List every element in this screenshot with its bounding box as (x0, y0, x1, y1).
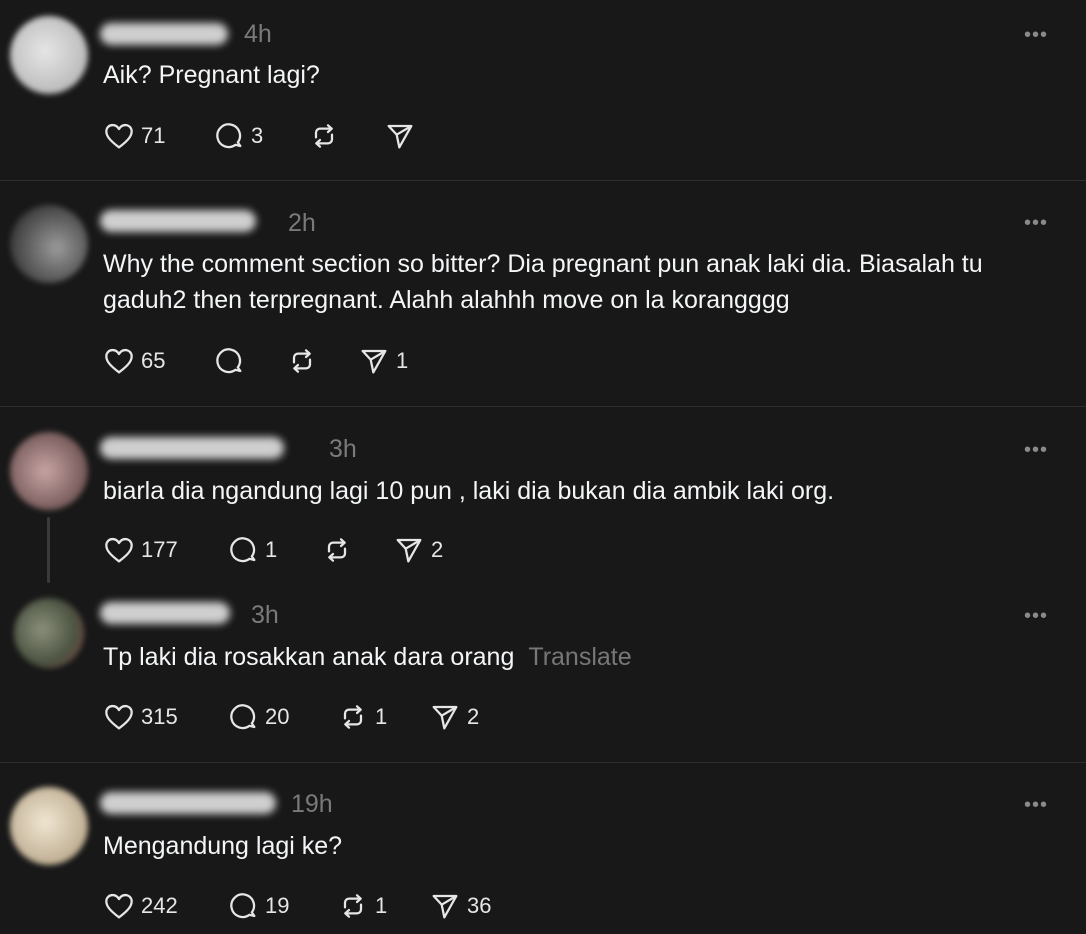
post-time: 3h (329, 435, 357, 463)
share-button[interactable]: 36 (429, 889, 491, 923)
repost-count: 1 (375, 893, 388, 918)
post-time: 4h (244, 20, 272, 48)
share-count: 36 (467, 893, 492, 918)
more-icon[interactable]: ••• (1024, 213, 1048, 233)
avatar[interactable] (14, 598, 84, 668)
thread-line (47, 517, 50, 583)
repost-button[interactable] (321, 533, 393, 567)
share-count: 2 (467, 704, 480, 729)
heart-icon (105, 348, 133, 374)
post-text: Aik? Pregnant lagi? (103, 61, 320, 89)
repost-button[interactable] (286, 344, 358, 378)
comment-icon (216, 348, 242, 374)
share-button[interactable] (384, 119, 422, 153)
post-actions: 65 1 (103, 344, 408, 378)
more-icon[interactable]: ••• (1024, 606, 1048, 626)
like-button[interactable]: 315 (103, 700, 227, 734)
like-button[interactable]: 65 (103, 344, 213, 378)
reply-count: 19 (265, 893, 290, 918)
post-actions: 71 3 (103, 119, 422, 153)
share-icon (396, 538, 422, 563)
like-count: 242 (141, 893, 178, 918)
share-icon (361, 349, 387, 374)
username-blurred[interactable] (100, 602, 230, 624)
username-blurred[interactable] (100, 437, 284, 459)
share-button[interactable]: 1 (358, 344, 408, 378)
repost-button[interactable]: 1 (337, 700, 429, 734)
post-text: biarla dia ngandung lagi 10 pun , laki d… (103, 477, 835, 505)
heart-icon (105, 704, 133, 730)
heart-icon (105, 893, 133, 919)
avatar[interactable] (10, 16, 88, 94)
like-button[interactable]: 177 (103, 533, 227, 567)
repost-icon (314, 124, 334, 148)
like-count: 177 (141, 537, 178, 562)
share-icon (432, 894, 458, 919)
repost-icon (343, 705, 363, 729)
reply-button[interactable]: 3 (213, 119, 308, 153)
like-button[interactable]: 242 (103, 889, 227, 923)
avatar[interactable] (10, 205, 88, 283)
divider (0, 180, 1086, 181)
heart-icon (105, 537, 133, 563)
post-text: Tp laki dia rosakkan anak dara orang Tran… (103, 639, 1063, 675)
reply-count: 3 (251, 123, 264, 148)
like-count: 71 (141, 123, 166, 148)
post-time: 3h (251, 601, 279, 629)
username-blurred[interactable] (100, 210, 256, 232)
comment-icon (216, 123, 242, 149)
like-count: 315 (141, 704, 178, 729)
reply-button[interactable]: 20 (227, 700, 337, 734)
post-actions: 177 1 2 (103, 533, 443, 567)
repost-count: 1 (375, 704, 388, 729)
heart-icon (105, 123, 133, 149)
comment-icon (230, 893, 256, 919)
avatar[interactable] (10, 787, 88, 865)
share-icon (432, 705, 458, 730)
reply-button[interactable] (213, 344, 286, 378)
post-text: Mengandung lagi ke? (103, 832, 343, 860)
avatar[interactable] (10, 432, 88, 510)
share-count: 2 (431, 537, 444, 562)
more-icon[interactable]: ••• (1024, 795, 1048, 815)
repost-icon (327, 538, 347, 562)
reply-count: 1 (265, 537, 278, 562)
repost-button[interactable] (308, 119, 384, 153)
share-icon (387, 124, 413, 149)
post-time: 2h (288, 209, 316, 237)
divider (0, 762, 1086, 763)
reply-count: 20 (265, 704, 290, 729)
share-button[interactable]: 2 (429, 700, 479, 734)
more-icon[interactable]: ••• (1024, 440, 1048, 460)
share-count: 1 (396, 348, 409, 373)
post-time: 19h (291, 790, 333, 818)
replies-feed: 4h ••• Aik? Pregnant lagi? 71 3 2h ••• W… (0, 0, 1086, 934)
repost-button[interactable]: 1 (337, 889, 429, 923)
post-actions: 242 19 1 36 (103, 889, 491, 923)
comment-icon (230, 704, 256, 730)
divider (0, 406, 1086, 407)
repost-icon (292, 349, 312, 373)
comment-icon (230, 537, 256, 563)
more-icon[interactable]: ••• (1024, 25, 1048, 45)
reply-button[interactable]: 1 (227, 533, 321, 567)
username-blurred[interactable] (100, 792, 276, 814)
translate-link[interactable]: Translate (528, 643, 631, 671)
like-button[interactable]: 71 (103, 119, 213, 153)
post-text-content: Tp laki dia rosakkan anak dara orang (103, 643, 515, 671)
repost-icon (343, 894, 363, 918)
post-actions: 315 20 1 2 (103, 700, 479, 734)
reply-button[interactable]: 19 (227, 889, 337, 923)
post-text: Why the comment section so bitter? Dia p… (103, 250, 983, 314)
share-button[interactable]: 2 (393, 533, 443, 567)
username-blurred[interactable] (100, 23, 228, 45)
like-count: 65 (141, 348, 166, 373)
